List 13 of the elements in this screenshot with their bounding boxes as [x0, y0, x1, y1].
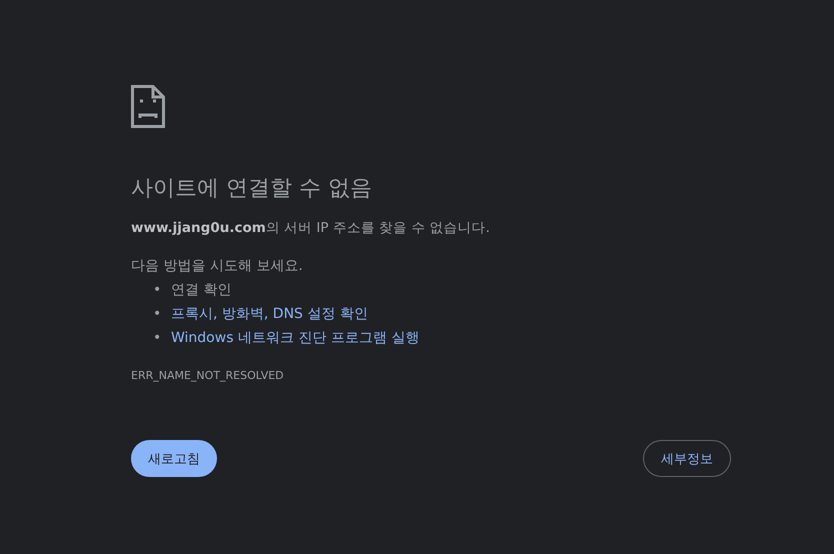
suggestion-link[interactable]: Windows 네트워크 진단 프로그램 실행 — [171, 326, 420, 350]
details-button[interactable]: 세부정보 — [643, 440, 731, 477]
bullet: • — [153, 305, 161, 324]
sad-page-icon — [131, 85, 165, 128]
bullet: • — [153, 329, 161, 348]
suggestion-link[interactable]: 프록시, 방화벽, DNS 설정 확인 — [171, 302, 368, 326]
error-title: 사이트에 연결할 수 없음 — [131, 175, 373, 203]
bullet: • — [153, 281, 161, 300]
suggestions-heading: 다음 방법을 시도해 보세요. — [131, 257, 304, 276]
reload-button[interactable]: 새로고침 — [131, 440, 217, 477]
suggestion-text: 연결 확인 — [171, 281, 232, 300]
error-description: www.jjang0u.com의 서버 IP 주소를 찾을 수 없습니다. — [131, 219, 491, 238]
error-code: ERR_NAME_NOT_RESOLVED — [131, 368, 285, 384]
